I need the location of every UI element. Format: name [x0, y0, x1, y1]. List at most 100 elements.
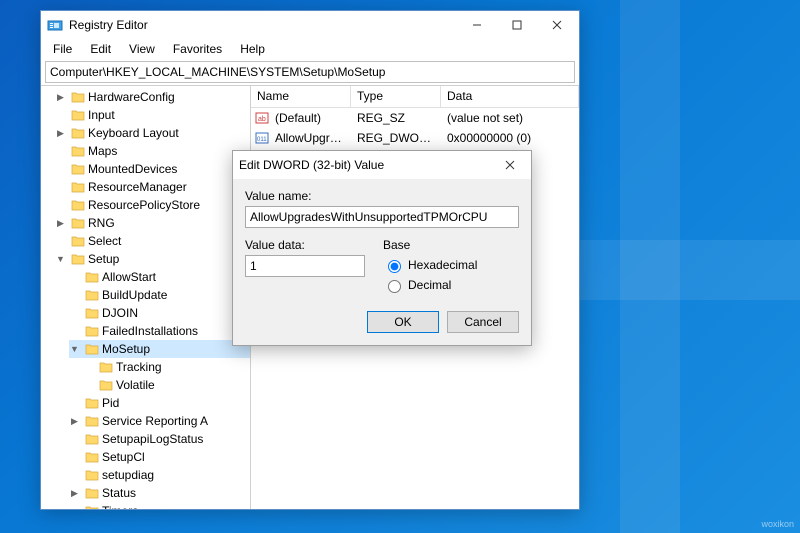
tree-label: Timers [102, 504, 138, 509]
tree-node[interactable]: ▶Service Reporting A [69, 412, 250, 430]
tree-label: Maps [88, 144, 117, 158]
expand-icon[interactable]: ▶ [55, 92, 66, 103]
expand-icon[interactable]: ▶ [55, 218, 66, 229]
value-data-label: Value data: [245, 238, 365, 252]
tree-node[interactable]: ▶ Keyboard Layout [55, 124, 250, 142]
folder-icon [85, 343, 99, 355]
menu-view[interactable]: View [121, 40, 163, 58]
tree-label: ResourcePolicyStore [88, 198, 200, 212]
col-header-name[interactable]: Name [251, 86, 351, 107]
tree-label: AllowStart [102, 270, 156, 284]
tree-node[interactable]: SetupapiLogStatus [69, 430, 250, 448]
value-data-field[interactable] [245, 255, 365, 277]
maximize-button[interactable] [497, 11, 537, 39]
titlebar: Registry Editor [41, 11, 579, 39]
tree-label: Select [88, 234, 121, 248]
tree-label: HardwareConfig [88, 90, 175, 104]
tree-node[interactable]: Tracking [83, 358, 250, 376]
value-data: (value not set) [441, 111, 579, 125]
collapse-icon[interactable]: ▼ [69, 344, 80, 355]
expand-icon[interactable]: ▶ [55, 128, 66, 139]
tree-label: MountedDevices [88, 162, 177, 176]
tree-node[interactable]: MountedDevices [55, 160, 250, 178]
folder-icon [85, 307, 99, 319]
address-bar[interactable]: Computer\HKEY_LOCAL_MACHINE\SYSTEM\Setup… [45, 61, 575, 83]
tree-label: Tracking [116, 360, 162, 374]
ok-button[interactable]: OK [367, 311, 439, 333]
tree-node[interactable]: setupdiag [69, 466, 250, 484]
menu-file[interactable]: File [45, 40, 80, 58]
tree-node[interactable]: ResourcePolicyStore [55, 196, 250, 214]
radio-hex-input[interactable] [388, 260, 401, 273]
tree-label: Input [88, 108, 115, 122]
tree-label: RNG [88, 216, 115, 230]
tree-node[interactable]: Maps [55, 142, 250, 160]
tree-label: Keyboard Layout [88, 126, 179, 140]
tree-label: FailedInstallations [102, 324, 198, 338]
edit-dword-dialog: Edit DWORD (32-bit) Value Value name: Va… [232, 150, 532, 346]
tree-node[interactable]: AllowStart [69, 268, 250, 286]
tree-node[interactable]: FailedInstallations [69, 322, 250, 340]
folder-icon [99, 361, 113, 373]
tree-node[interactable]: Input [55, 106, 250, 124]
window-title: Registry Editor [69, 18, 457, 32]
tree-label: MoSetup [102, 342, 150, 356]
minimize-button[interactable] [457, 11, 497, 39]
folder-icon [85, 415, 99, 427]
tree-node[interactable]: ▼ MoSetup [69, 340, 250, 358]
tree-node[interactable]: ▶ Status [69, 484, 250, 502]
folder-icon [71, 163, 85, 175]
cancel-button[interactable]: Cancel [447, 311, 519, 333]
col-header-type[interactable]: Type [351, 86, 441, 107]
folder-icon [71, 235, 85, 247]
folder-icon [85, 325, 99, 337]
value-row[interactable]: ab(Default)REG_SZ(value not set) [251, 108, 579, 128]
tree-node[interactable]: ▶ RNG [55, 214, 250, 232]
radio-decimal[interactable]: Decimal [383, 277, 519, 293]
tree-node[interactable]: Timers [69, 502, 250, 509]
folder-icon [71, 217, 85, 229]
value-type: REG_DWORD [351, 131, 441, 145]
folder-icon [99, 379, 113, 391]
menu-help[interactable]: Help [232, 40, 273, 58]
radio-hexadecimal[interactable]: Hexadecimal [383, 257, 519, 273]
tree-node[interactable]: BuildUpdate [69, 286, 250, 304]
tree-label: DJOIN [102, 306, 138, 320]
registry-tree[interactable]: ▶ HardwareConfig Input ▶ Keyboard Layout Maps… [41, 86, 251, 509]
folder-icon [71, 199, 85, 211]
folder-icon [85, 397, 99, 409]
tree-label: ResourceManager [88, 180, 187, 194]
close-button[interactable] [537, 11, 577, 39]
collapse-icon[interactable]: ▼ [55, 254, 66, 265]
tree-label: Pid [102, 396, 119, 410]
value-row[interactable]: 011AllowUpgrades...REG_DWORD0x00000000 (… [251, 128, 579, 148]
base-label: Base [383, 238, 519, 252]
tree-node[interactable]: Select [55, 232, 250, 250]
folder-icon [71, 127, 85, 139]
tree-node[interactable]: ▶ HardwareConfig [55, 88, 250, 106]
col-header-data[interactable]: Data [441, 86, 579, 107]
expand-icon[interactable]: ▶ [69, 488, 80, 499]
expand-icon[interactable]: ▶ [69, 416, 80, 427]
value-type: REG_SZ [351, 111, 441, 125]
tree-label: Status [102, 486, 136, 500]
menu-edit[interactable]: Edit [82, 40, 119, 58]
menu-favorites[interactable]: Favorites [165, 40, 230, 58]
folder-icon [85, 469, 99, 481]
radio-dec-input[interactable] [388, 280, 401, 293]
svg-text:011: 011 [257, 137, 267, 143]
tree-label: setupdiag [102, 468, 154, 482]
tree-node[interactable]: Pid [69, 394, 250, 412]
folder-icon [71, 91, 85, 103]
tree-node[interactable]: SetupCl [69, 448, 250, 466]
tree-node[interactable]: ▼Setup [55, 250, 250, 268]
tree-node[interactable]: Volatile [83, 376, 250, 394]
tree-node[interactable]: ResourceManager [55, 178, 250, 196]
value-name: (Default) [269, 111, 351, 125]
folder-icon [71, 145, 85, 157]
dialog-close-button[interactable] [495, 157, 525, 173]
regedit-app-icon [47, 17, 63, 33]
value-name-field[interactable] [245, 206, 519, 228]
value-name: AllowUpgrades... [269, 131, 351, 145]
tree-node[interactable]: DJOIN [69, 304, 250, 322]
